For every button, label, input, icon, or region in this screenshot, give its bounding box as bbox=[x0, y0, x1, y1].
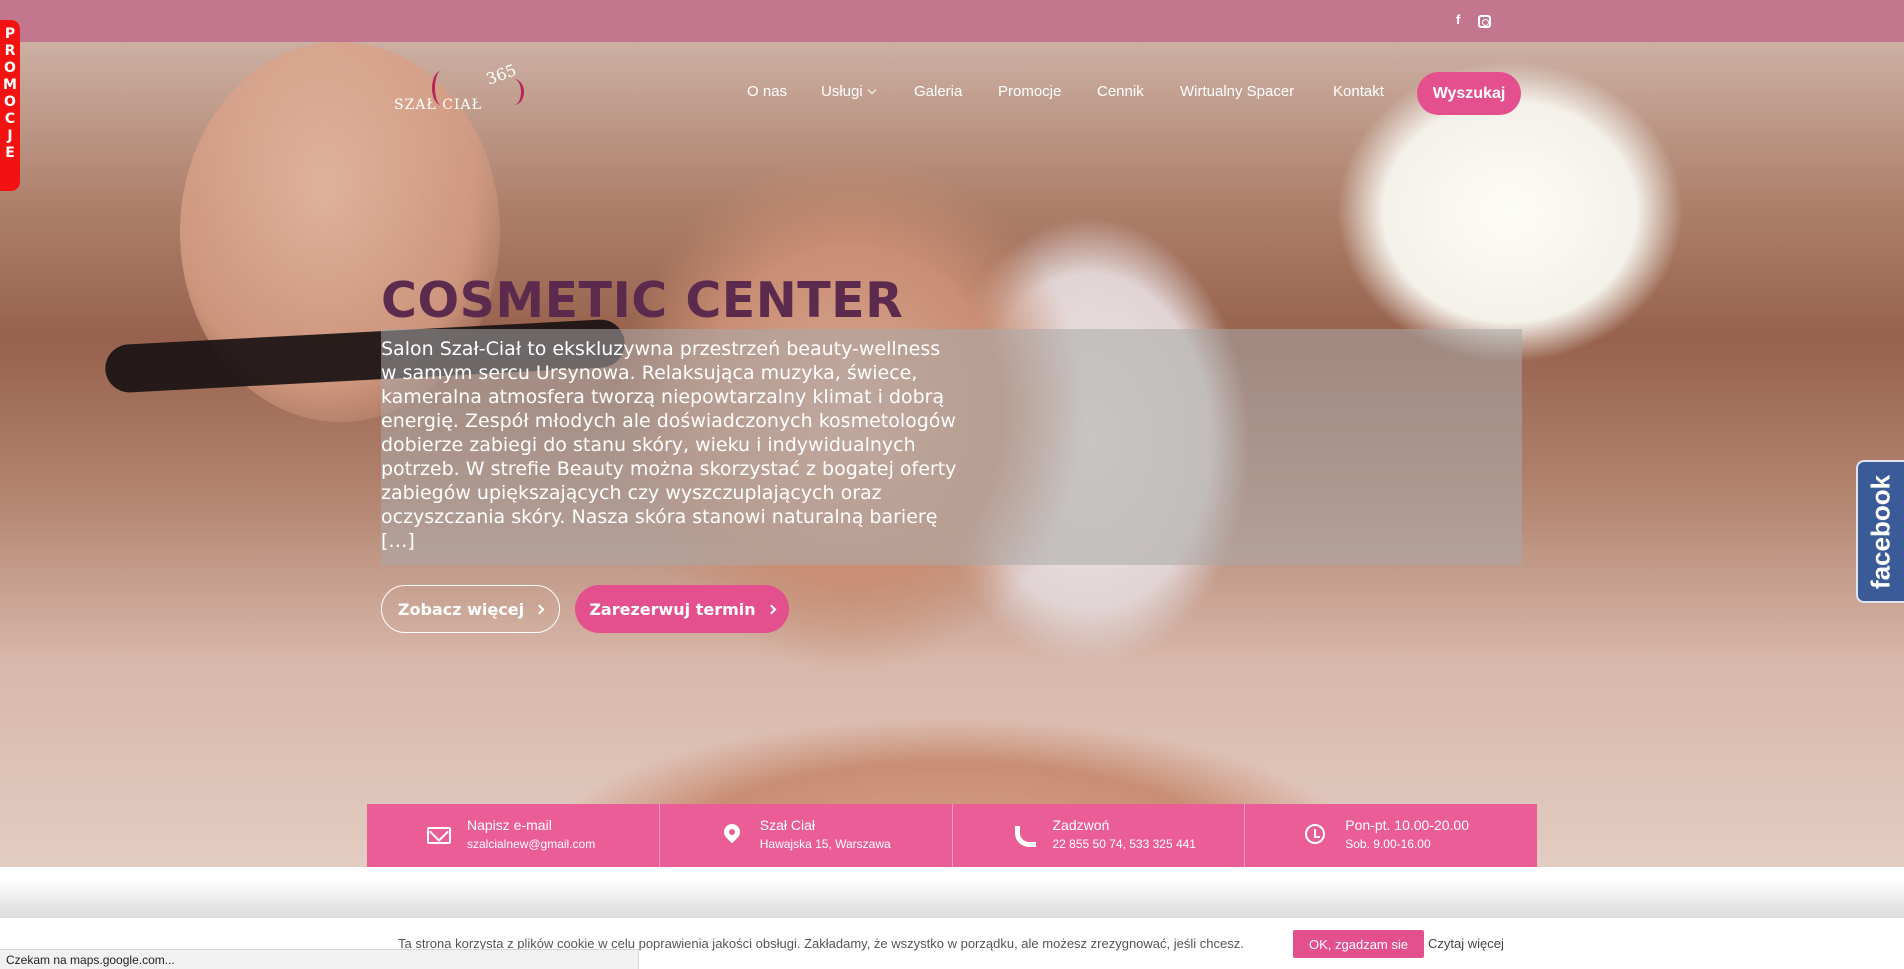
clock-icon bbox=[1305, 824, 1326, 844]
promo-letter: R bbox=[4, 43, 16, 59]
contact-email-title: Napisz e-mail bbox=[467, 817, 552, 833]
reserve-label: Zarezerwuj termin bbox=[589, 599, 756, 619]
facebook-icon[interactable]: f bbox=[1456, 12, 1460, 27]
promo-letter: P bbox=[4, 26, 16, 42]
promo-letter: M bbox=[3, 77, 17, 93]
contact-phone[interactable]: Zadzwoń 22 855 50 74, 533 325 441 bbox=[953, 804, 1246, 867]
see-more-button[interactable]: Zobacz więcej bbox=[381, 585, 560, 633]
search-button[interactable]: Wyszukaj bbox=[1417, 72, 1521, 115]
section-divider bbox=[0, 880, 1904, 920]
logo-wordmark: SZAŁ CIAŁ bbox=[394, 97, 482, 113]
instagram-icon[interactable] bbox=[1478, 15, 1491, 28]
nav-item-uslugi-label: Usługi bbox=[821, 83, 863, 100]
nav-item-kontakt[interactable]: Kontakt bbox=[1333, 83, 1384, 100]
reserve-button[interactable]: Zarezerwuj termin bbox=[575, 585, 789, 633]
contact-phone-title: Zadzwoń bbox=[1052, 817, 1110, 833]
top-bar: f bbox=[0, 0, 1904, 42]
nav-item-uslugi[interactable]: Usługi bbox=[821, 83, 876, 100]
contact-phone-detail: 22 855 50 74, 533 325 441 bbox=[1052, 837, 1196, 851]
site-logo[interactable]: SZAŁ CIAŁ 365 bbox=[394, 60, 534, 120]
contact-address[interactable]: Szał Ciał Hawajska 15, Warszawa bbox=[660, 804, 953, 867]
facebook-tab-label: facebook bbox=[1865, 474, 1896, 589]
logo-swirl-2 bbox=[504, 79, 524, 105]
contact-bar: Napisz e-mail szalcialnew@gmail.com Szał … bbox=[367, 804, 1537, 867]
promo-letter: J bbox=[7, 128, 13, 144]
contact-address-detail: Hawajska 15, Warszawa bbox=[759, 837, 891, 851]
mail-icon bbox=[427, 827, 451, 844]
contact-hours-weekdays: Pon-pt. 10.00-20.00 bbox=[1345, 817, 1470, 833]
hero-title: COSMETIC CENTER bbox=[381, 272, 904, 329]
contact-email-detail: szalcialnew@gmail.com bbox=[467, 837, 596, 851]
nav-item-promocje[interactable]: Promocje bbox=[998, 83, 1061, 100]
facebook-side-tab[interactable]: facebook bbox=[1856, 460, 1904, 603]
contact-hours: Pon-pt. 10.00-20.00 Sob. 9.00-16.00 bbox=[1245, 804, 1537, 867]
cookie-read-more-link[interactable]: Czytaj więcej bbox=[1428, 936, 1504, 951]
location-pin-icon bbox=[720, 820, 744, 844]
browser-status-bar: Czekam na maps.google.com... bbox=[0, 949, 639, 969]
cookie-accept-button[interactable]: OK, zgadzam sie bbox=[1293, 930, 1424, 958]
chevron-down-icon bbox=[867, 85, 876, 95]
nav-item-cennik[interactable]: Cennik bbox=[1097, 83, 1144, 100]
promo-letter: E bbox=[5, 145, 15, 161]
nav-item-wirtualny-spacer[interactable]: Wirtualny Spacer bbox=[1180, 83, 1294, 100]
nav-item-galeria[interactable]: Galeria bbox=[914, 83, 962, 100]
promo-letter: C bbox=[4, 111, 16, 127]
chevron-right-icon bbox=[766, 604, 777, 614]
promo-letter: O bbox=[4, 60, 16, 76]
chevron-right-icon bbox=[534, 604, 545, 614]
promo-letter: O bbox=[4, 94, 16, 110]
contact-hours-saturday: Sob. 9.00-16.00 bbox=[1345, 837, 1431, 851]
phone-icon bbox=[1013, 824, 1036, 847]
contact-email[interactable]: Napisz e-mail szalcialnew@gmail.com bbox=[367, 804, 660, 867]
promo-side-tab[interactable]: P R O M O C J E bbox=[0, 20, 20, 191]
nav-item-o-nas[interactable]: O nas bbox=[747, 83, 787, 100]
see-more-label: Zobacz więcej bbox=[397, 599, 525, 619]
hero-description: Salon Szał-Ciał to ekskluzywna przestrze… bbox=[381, 338, 957, 552]
contact-address-title: Szał Ciał bbox=[759, 817, 815, 833]
